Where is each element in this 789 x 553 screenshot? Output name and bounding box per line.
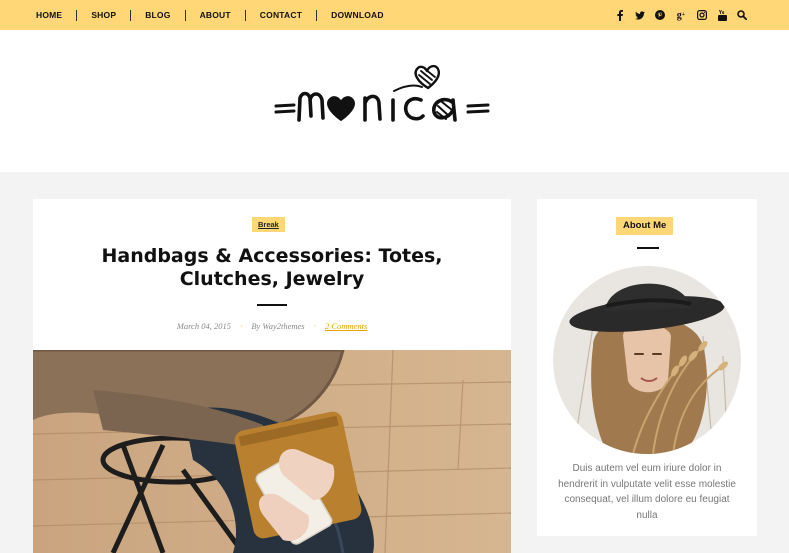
nav-download[interactable]: DOWNLOAD bbox=[331, 10, 384, 20]
post-author[interactable]: By Way2themes bbox=[251, 321, 304, 331]
post-featured-image[interactable] bbox=[33, 350, 511, 553]
nav-divider bbox=[244, 9, 246, 21]
youtube-icon[interactable] bbox=[717, 9, 727, 21]
main-nav: HOME SHOP BLOG ABOUT CONTACT DOWNLOAD bbox=[36, 0, 384, 30]
meta-separator: · bbox=[240, 321, 243, 331]
nav-about[interactable]: ABOUT bbox=[200, 10, 231, 20]
nav-divider bbox=[184, 9, 186, 21]
nav-divider bbox=[316, 9, 318, 21]
nav-divider bbox=[76, 9, 78, 21]
twitter-icon[interactable] bbox=[635, 9, 645, 21]
google-plus-icon[interactable]: g + bbox=[675, 9, 687, 21]
category-badge[interactable]: Break bbox=[252, 217, 285, 232]
widget-title: About Me bbox=[616, 217, 674, 235]
pinterest-icon[interactable] bbox=[655, 9, 665, 21]
comments-link[interactable]: 2 Comments bbox=[325, 321, 367, 331]
widget-divider bbox=[637, 247, 659, 249]
social-links: g + bbox=[615, 0, 747, 30]
post-title[interactable]: Handbags & Accessories: Totes, Clutches,… bbox=[83, 245, 461, 291]
top-bar: HOME SHOP BLOG ABOUT CONTACT DOWNLOAD g + bbox=[0, 0, 789, 30]
nav-contact[interactable]: CONTACT bbox=[260, 10, 302, 20]
nav-home[interactable]: HOME bbox=[36, 10, 62, 20]
search-icon[interactable] bbox=[737, 9, 747, 21]
nav-shop[interactable]: SHOP bbox=[91, 10, 116, 20]
facebook-icon[interactable] bbox=[615, 9, 625, 21]
site-logo[interactable] bbox=[272, 58, 516, 132]
about-me-text: Duis autem vel eum iriure dolor in hendr… bbox=[558, 463, 736, 521]
nav-divider bbox=[130, 9, 132, 21]
nav-blog[interactable]: BLOG bbox=[145, 10, 170, 20]
author-avatar bbox=[553, 266, 741, 454]
post-meta: March 04, 2015 · By Way2themes · 2 Comme… bbox=[33, 321, 511, 331]
title-divider bbox=[257, 304, 287, 306]
instagram-icon[interactable] bbox=[697, 9, 707, 21]
meta-separator: · bbox=[313, 321, 316, 331]
post-date: March 04, 2015 bbox=[176, 321, 231, 331]
